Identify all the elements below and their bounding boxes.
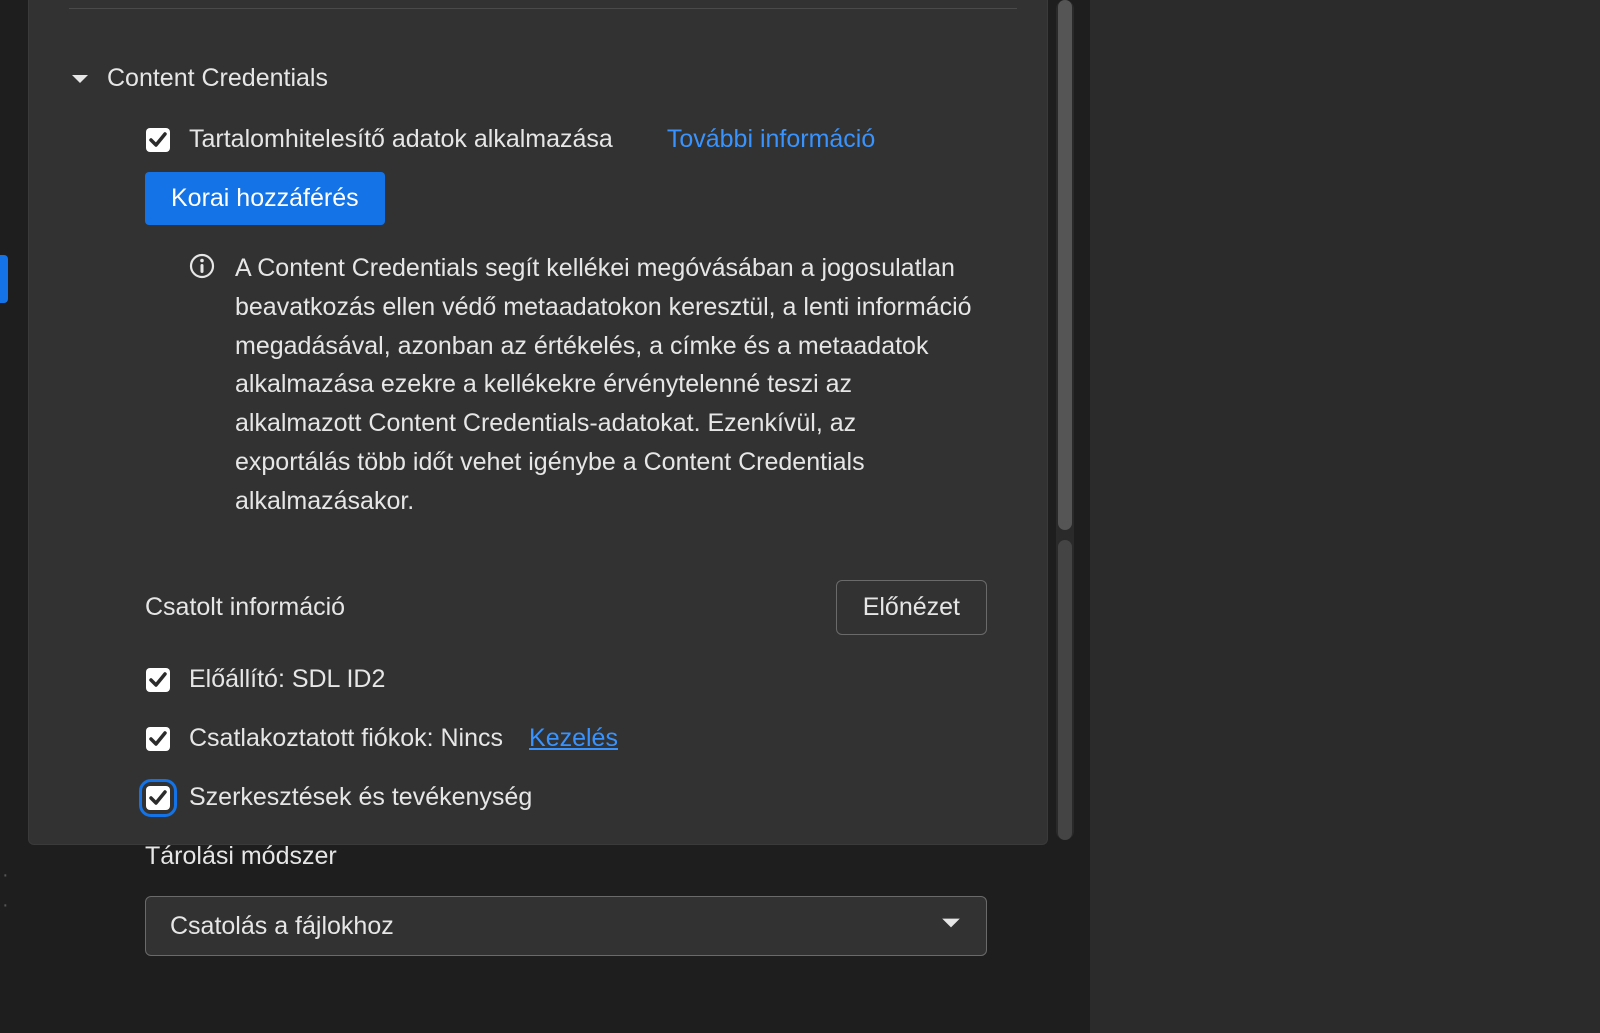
edits-checkbox[interactable] <box>145 785 171 811</box>
scrollbar-track[interactable] <box>1056 0 1074 840</box>
section-header[interactable]: Content Credentials <box>29 9 1047 103</box>
apply-row: Tartalomhitelesítő adatok alkalmazása To… <box>29 103 1047 225</box>
more-info-link[interactable]: További információ <box>667 125 875 154</box>
chevron-down-icon <box>940 912 962 941</box>
info-icon <box>189 253 215 284</box>
accounts-row: Csatlakoztatott fiókok: Nincs Kezelés <box>29 694 1047 753</box>
edits-row: Szerkesztések és tevékenység <box>29 753 1047 812</box>
edits-label: Szerkesztések és tevékenység <box>189 783 532 812</box>
accounts-label: Csatlakoztatott fiókok: Nincs <box>189 724 503 753</box>
attached-info-row: Csatolt információ Előnézet <box>29 520 1047 635</box>
scrollbar-thumb[interactable] <box>1058 0 1072 530</box>
early-access-button[interactable]: Korai hozzáférés <box>145 172 385 225</box>
preview-button[interactable]: Előnézet <box>836 580 987 635</box>
info-block: A Content Credentials segít kellékei meg… <box>29 225 1047 520</box>
settings-panel: Content Credentials Tartalomhitelesítő a… <box>28 0 1048 845</box>
section-title: Content Credentials <box>107 64 328 93</box>
attached-info-heading: Csatolt információ <box>145 593 345 622</box>
storage-method-dropdown[interactable]: Csatolás a fájlokhoz <box>145 896 987 956</box>
manage-link[interactable]: Kezelés <box>529 724 618 753</box>
decorative-marks: ·· <box>2 860 9 920</box>
storage-method-label: Tárolási módszer <box>29 812 1047 871</box>
app-background-right <box>1090 0 1600 1033</box>
chevron-down-icon[interactable] <box>69 68 91 90</box>
info-text: A Content Credentials segít kellékei meg… <box>235 249 975 520</box>
producer-row: Előállító: SDL ID2 <box>29 635 1047 694</box>
scrollbar-thumb-lower[interactable] <box>1058 540 1072 840</box>
apply-label: Tartalomhitelesítő adatok alkalmazása <box>189 125 613 154</box>
apply-checkbox[interactable] <box>145 127 171 153</box>
left-edge-selection-indicator <box>0 255 8 303</box>
accounts-checkbox[interactable] <box>145 726 171 752</box>
producer-label: Előállító: SDL ID2 <box>189 665 385 694</box>
storage-method-selected: Csatolás a fájlokhoz <box>170 912 394 941</box>
producer-checkbox[interactable] <box>145 667 171 693</box>
